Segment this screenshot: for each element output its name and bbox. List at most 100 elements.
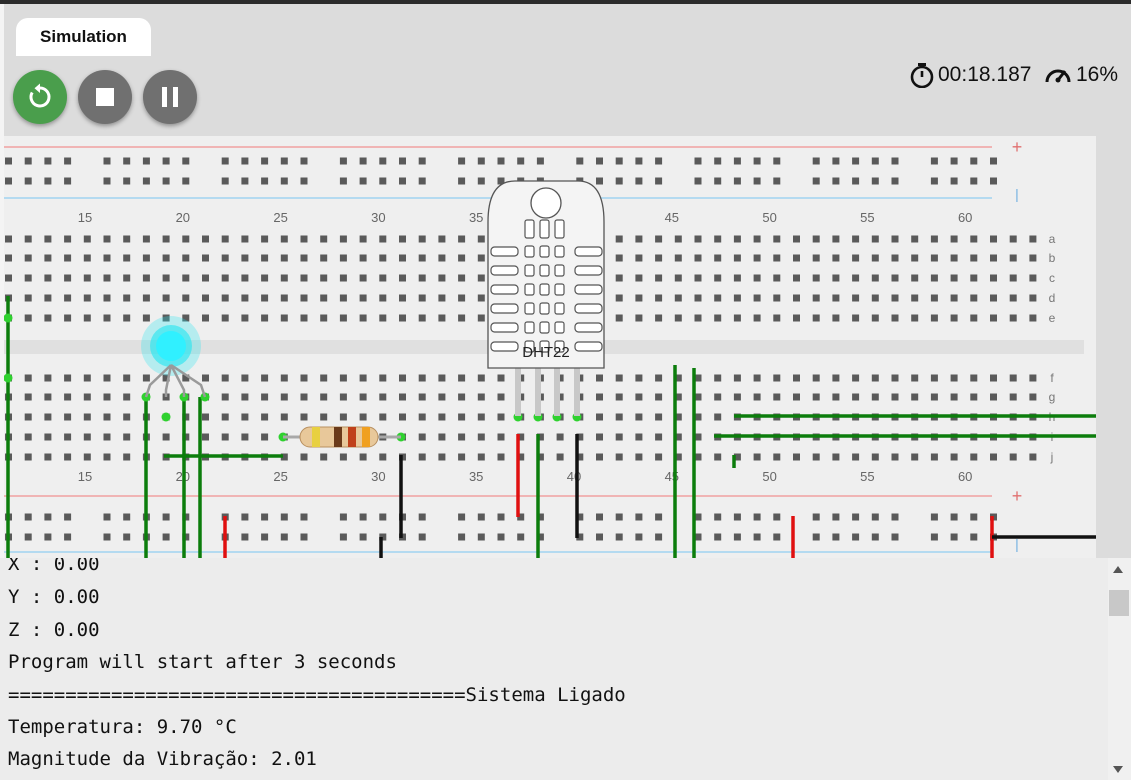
- breadboard-hole: [458, 294, 466, 302]
- breadboard-hole: [320, 254, 328, 262]
- breadboard-hole: [970, 274, 978, 282]
- dht22-vent: [574, 341, 603, 352]
- rail-hole: [990, 157, 997, 165]
- breadboard-hole: [1009, 294, 1017, 302]
- rail-hole: [477, 177, 485, 185]
- breadboard-hole: [202, 374, 209, 382]
- breadboard-hole: [458, 314, 466, 322]
- breadboard-hole: [832, 294, 840, 302]
- rail-hole: [655, 177, 663, 185]
- breadboard-hole: [83, 374, 91, 382]
- dht22-vent: [490, 284, 519, 295]
- breadboard-hole: [871, 274, 879, 282]
- breadboard-hole: [615, 413, 623, 421]
- dht22-label: DHT22: [522, 344, 570, 361]
- restart-button[interactable]: [13, 70, 67, 124]
- breadboard-hole: [24, 413, 32, 421]
- breadboard-hole: [339, 294, 347, 302]
- scroll-down-arrow-icon[interactable]: [1113, 766, 1123, 773]
- breadboard-hole: [280, 393, 288, 401]
- breadboard-hole: [753, 254, 761, 262]
- scroll-up-arrow-icon[interactable]: [1113, 566, 1123, 573]
- rail-hole: [832, 177, 840, 185]
- breadboard-hole: [458, 453, 466, 461]
- breadboard-canvas[interactable]: +|+|152025303540455055601520253035404550…: [4, 136, 1096, 558]
- stop-button[interactable]: [78, 70, 132, 124]
- breadboard-hole: [261, 413, 269, 421]
- dht22-vent: [524, 321, 535, 334]
- breadboard-hole: [320, 374, 328, 382]
- breadboard-hole: [812, 314, 820, 322]
- breadboard-hole: [142, 294, 150, 302]
- breadboard-hole: [438, 433, 446, 441]
- row-letter: j: [1050, 450, 1054, 464]
- breadboard-hole: [950, 254, 958, 262]
- serial-monitor[interactable]: X : 0.00 Y : 0.00 Z : 0.00 Program will …: [0, 558, 1108, 780]
- rail-hole: [339, 177, 347, 185]
- breadboard-hole: [103, 314, 111, 322]
- breadboard-hole: [773, 235, 781, 243]
- breadboard[interactable]: +|+|152025303540455055601520253035404550…: [4, 136, 1096, 558]
- pause-button[interactable]: [143, 70, 197, 124]
- breadboard-hole: [694, 294, 702, 302]
- rail-hole: [832, 157, 840, 165]
- rail-hole: [891, 533, 899, 541]
- breadboard-hole: [261, 235, 269, 243]
- breadboard-hole: [753, 294, 761, 302]
- breadboard-hole: [83, 314, 91, 322]
- breadboard-hole: [615, 274, 623, 282]
- breadboard-hole: [930, 235, 938, 243]
- breadboard-hole: [261, 274, 269, 282]
- breadboard-hole: [477, 453, 485, 461]
- tab-simulation[interactable]: Simulation: [16, 18, 151, 56]
- rail-hole: [950, 177, 958, 185]
- rail-hole: [399, 177, 406, 185]
- console-scrollbar[interactable]: [1108, 558, 1131, 780]
- breadboard-hole: [142, 274, 150, 282]
- rail-hole: [280, 177, 288, 185]
- dht22-vent: [490, 303, 519, 314]
- breadboard-hole: [852, 314, 860, 322]
- dht22-mount-hole: [530, 187, 562, 219]
- breadboard-hole: [812, 235, 820, 243]
- breadboard-hole: [438, 274, 446, 282]
- sensor-pin: [574, 366, 580, 416]
- breadboard-hole: [497, 433, 505, 441]
- breadboard-hole: [930, 374, 938, 382]
- rail-hole: [162, 157, 170, 165]
- rail-hole: [458, 513, 466, 521]
- breadboard-hole: [418, 254, 426, 262]
- breadboard-hole: [970, 393, 978, 401]
- breadboard-hole: [674, 274, 682, 282]
- rail-hole: [694, 157, 702, 165]
- breadboard-hole: [871, 235, 879, 243]
- rail-hole: [64, 177, 72, 185]
- breadboard-hole: [733, 254, 741, 262]
- breadboard-hole: [1009, 374, 1017, 382]
- column-number: 50: [762, 210, 776, 225]
- rail-hole: [261, 533, 269, 541]
- console-line: Program will start after 3 seconds: [8, 651, 397, 673]
- breadboard-hole: [399, 235, 406, 243]
- breadboard-hole: [142, 254, 150, 262]
- breadboard-hole: [182, 274, 190, 282]
- breadboard-hole: [990, 453, 997, 461]
- rail-hole: [123, 157, 131, 165]
- breadboard-hole: [202, 254, 209, 262]
- rail-hole: [44, 533, 52, 541]
- rail-hole: [812, 157, 820, 165]
- rail-hole: [714, 513, 722, 521]
- dht22-vent: [574, 303, 603, 314]
- breadboard-hole: [44, 274, 52, 282]
- breadboard-hole: [635, 314, 643, 322]
- breadboard-hole: [477, 254, 485, 262]
- rail-hole: [871, 157, 879, 165]
- scrollbar-thumb[interactable]: [1109, 590, 1129, 616]
- simulation-speed-value: 16%: [1076, 63, 1119, 86]
- rail-hole: [832, 513, 840, 521]
- breadboard-hole: [300, 294, 308, 302]
- rail-hole: [339, 157, 347, 165]
- breadboard-hole: [733, 314, 741, 322]
- breadboard-hole: [871, 453, 879, 461]
- breadboard-hole: [615, 374, 623, 382]
